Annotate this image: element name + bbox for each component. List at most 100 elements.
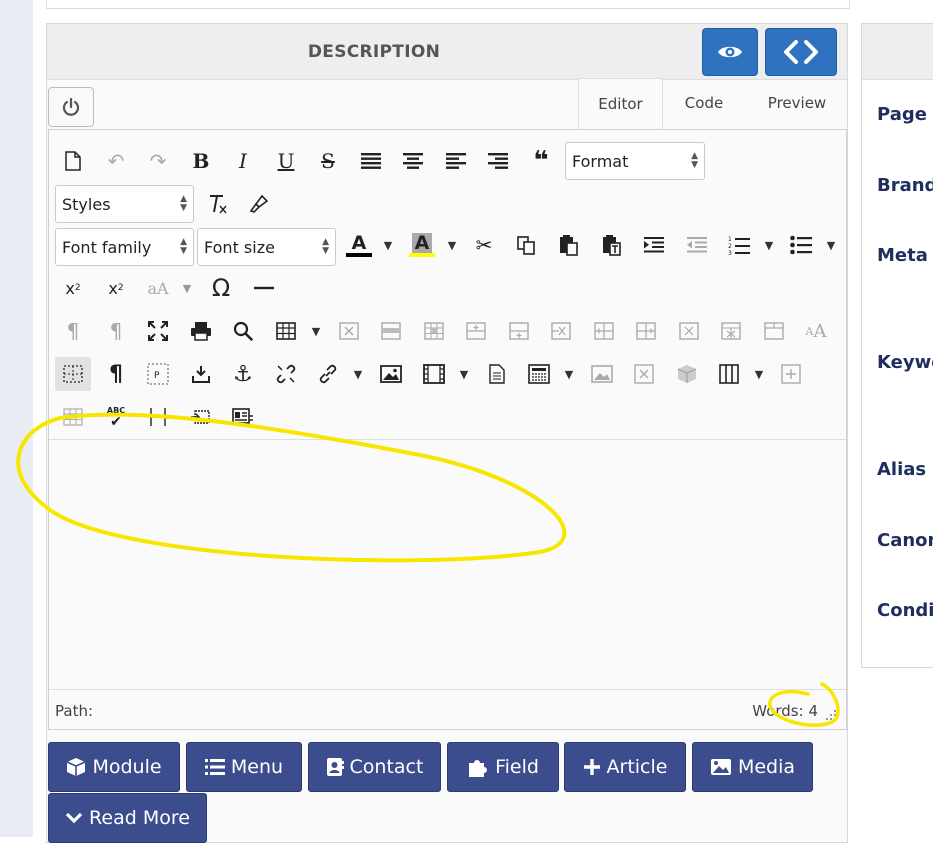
insert-col-after-icon[interactable]: [628, 314, 664, 348]
row-properties-icon[interactable]: [373, 314, 409, 348]
italic-icon[interactable]: I: [225, 144, 261, 178]
link-dropdown-icon[interactable]: ▼: [351, 357, 365, 391]
numbered-list-icon[interactable]: 123: [721, 228, 757, 262]
insert-horizontal-block-icon[interactable]: [183, 400, 219, 434]
delete-row-icon[interactable]: [543, 314, 579, 348]
table-icon[interactable]: [268, 314, 304, 348]
copy-icon[interactable]: [508, 228, 544, 262]
outdent-icon[interactable]: [679, 228, 715, 262]
template-icon[interactable]: [521, 357, 557, 391]
contact-button[interactable]: Contact: [308, 742, 441, 792]
preview-toggle-button[interactable]: [702, 28, 758, 76]
delete-table-icon[interactable]: [331, 314, 367, 348]
align-right-icon[interactable]: [480, 144, 516, 178]
table-dropdown-icon[interactable]: ▼: [309, 314, 323, 348]
paste-text-icon[interactable]: [594, 228, 630, 262]
special-character-icon[interactable]: Ω: [203, 271, 239, 305]
template-dropdown-icon[interactable]: ▼: [562, 357, 576, 391]
read-more-button[interactable]: Read More: [48, 793, 207, 843]
indent-icon[interactable]: [636, 228, 672, 262]
split-cells-icon[interactable]: [713, 314, 749, 348]
address-card-icon: [326, 758, 344, 776]
background-color-dropdown-icon[interactable]: ▼: [445, 228, 459, 262]
background-color-icon[interactable]: A: [404, 228, 440, 262]
search-icon[interactable]: [225, 314, 261, 348]
blockquote-icon[interactable]: ❝: [523, 144, 559, 178]
article-button[interactable]: Article: [564, 742, 686, 792]
insert-col-before-icon[interactable]: [586, 314, 622, 348]
cell-properties-icon[interactable]: [416, 314, 452, 348]
anchor-icon[interactable]: ⚓: [225, 357, 261, 391]
new-document-icon[interactable]: [55, 144, 91, 178]
ltr-direction-icon[interactable]: ¶: [55, 314, 91, 348]
superscript-icon[interactable]: x2: [98, 271, 134, 305]
toggle-editor-button[interactable]: [48, 87, 94, 127]
insert-image-icon[interactable]: [373, 357, 409, 391]
insert-row-after-icon[interactable]: [501, 314, 537, 348]
bold-icon[interactable]: B: [183, 144, 219, 178]
image-properties-icon[interactable]: [584, 357, 620, 391]
remove-image-icon[interactable]: [626, 357, 662, 391]
subscript-icon[interactable]: x2: [55, 271, 91, 305]
menu-button[interactable]: Menu: [186, 742, 302, 792]
link-icon[interactable]: [310, 357, 346, 391]
module-button-label: Module: [92, 756, 162, 778]
show-blocks-icon[interactable]: [55, 357, 91, 391]
align-center-icon[interactable]: [395, 144, 431, 178]
remove-format-brush-icon[interactable]: [241, 187, 277, 221]
3d-object-icon[interactable]: [669, 357, 705, 391]
rtl-direction-icon[interactable]: ¶: [98, 314, 134, 348]
strikethrough-icon[interactable]: S: [310, 144, 346, 178]
select-arrows-icon: ▲ ▼: [691, 151, 698, 170]
fullscreen-icon[interactable]: [140, 314, 176, 348]
page-break-icon[interactable]: P: [140, 357, 176, 391]
table-grid-icon[interactable]: [55, 400, 91, 434]
styles-select[interactable]: Styles ▲ ▼: [55, 185, 194, 223]
numbered-list-dropdown-icon[interactable]: ▼: [762, 228, 776, 262]
module-button[interactable]: Module: [48, 742, 180, 792]
font-color-icon[interactable]: A: [341, 228, 377, 262]
change-case-icon[interactable]: aA: [140, 271, 176, 305]
cut-icon[interactable]: ✂: [466, 228, 502, 262]
tab-preview[interactable]: Preview: [750, 78, 844, 128]
bullet-list-icon[interactable]: [783, 228, 819, 262]
print-icon[interactable]: [183, 314, 219, 348]
paste-icon[interactable]: [551, 228, 587, 262]
tab-code[interactable]: Code: [664, 78, 744, 128]
undo-icon[interactable]: ↶: [98, 144, 134, 178]
nonbreaking-space-icon[interactable]: [140, 400, 176, 434]
field-button[interactable]: Field: [447, 742, 559, 792]
clear-formatting-icon[interactable]: [199, 187, 235, 221]
media-dropdown-icon[interactable]: ▼: [457, 357, 471, 391]
align-justify-icon[interactable]: [353, 144, 389, 178]
font-family-select[interactable]: Font family ▲ ▼: [55, 228, 194, 266]
media-button[interactable]: Media: [692, 742, 813, 792]
format-select[interactable]: Format ▲ ▼: [565, 142, 705, 180]
columns-icon[interactable]: [711, 357, 747, 391]
insert-anchor-below-icon[interactable]: [183, 357, 219, 391]
bullet-list-dropdown-icon[interactable]: ▼: [824, 228, 838, 262]
resize-handle-icon[interactable]: [826, 710, 836, 720]
tab-editor[interactable]: Editor: [578, 78, 663, 129]
add-column-icon[interactable]: [773, 357, 809, 391]
spellcheck-icon[interactable]: ABC ✔: [98, 400, 134, 434]
horizontal-rule-icon[interactable]: [246, 271, 282, 305]
delete-col-icon[interactable]: [671, 314, 707, 348]
underline-icon[interactable]: U: [268, 144, 304, 178]
unlink-icon[interactable]: [268, 357, 304, 391]
insert-media-icon[interactable]: [416, 357, 452, 391]
merge-cells-icon[interactable]: [756, 314, 792, 348]
paragraph-mark-icon[interactable]: ¶: [98, 357, 134, 391]
font-color-dropdown-icon[interactable]: ▼: [381, 228, 395, 262]
insert-file-icon[interactable]: [479, 357, 515, 391]
change-case-dropdown-icon[interactable]: ▼: [180, 271, 194, 305]
contact-form-icon[interactable]: [225, 400, 261, 434]
font-size-select[interactable]: Font size ▲ ▼: [197, 228, 336, 266]
insert-row-before-icon[interactable]: [458, 314, 494, 348]
code-toggle-button[interactable]: [765, 28, 837, 76]
redo-icon[interactable]: ↷: [140, 144, 176, 178]
columns-dropdown-icon[interactable]: ▼: [752, 357, 766, 391]
align-left-icon[interactable]: [438, 144, 474, 178]
editor-content-area[interactable]: [49, 440, 846, 689]
font-size-toggle-icon[interactable]: AA: [798, 314, 834, 348]
